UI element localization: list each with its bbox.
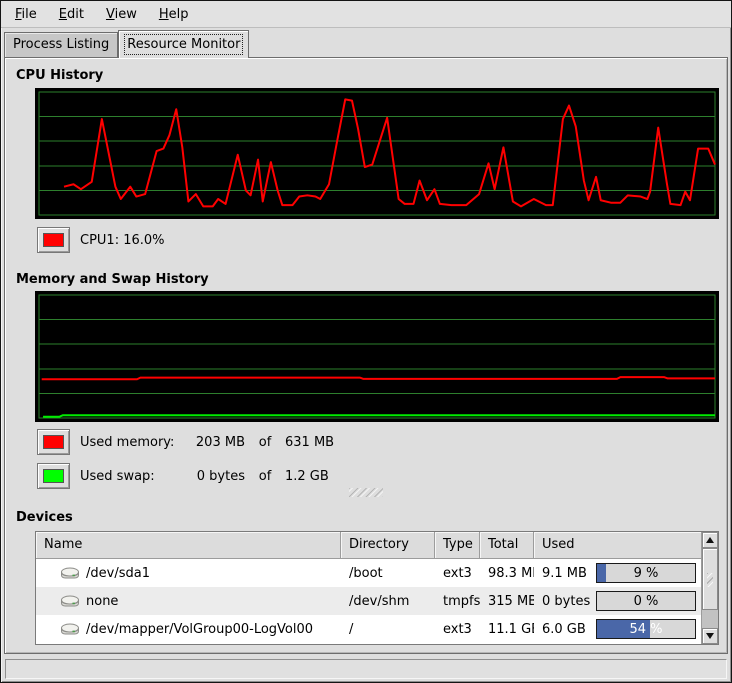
column-header-directory[interactable]: Directory xyxy=(341,532,435,559)
memory-swap-chart xyxy=(39,295,715,418)
menu-bar: File Edit View Help xyxy=(1,1,731,28)
memory-swap-graph xyxy=(35,291,719,422)
swap-total-value: 1.2 GB xyxy=(285,469,329,484)
device-type: ext3 xyxy=(435,566,480,581)
cpu-legend-row: CPU1: 16.0% xyxy=(37,227,165,253)
progress-percent-label: 0 % xyxy=(597,592,695,610)
device-name: none xyxy=(86,594,118,609)
memory-legend-label: Used memory: xyxy=(80,435,183,450)
swap-color-swatch xyxy=(43,469,64,483)
device-directory: /dev/shm xyxy=(341,594,435,609)
scroll-down-button[interactable] xyxy=(702,628,718,644)
swap-legend-label: Used swap: xyxy=(80,469,183,484)
thumb-grip-icon xyxy=(707,573,713,587)
device-name: /dev/mapper/VolGroup00-LogVol00 xyxy=(86,622,313,637)
swap-legend-row: Used swap: 0 bytes of 1.2 GB xyxy=(37,463,329,489)
system-monitor-window: File Edit View Help Process Listing Reso… xyxy=(0,0,732,683)
table-row-dev-sda1[interactable]: /dev/sda1 /boot ext3 98.3 MB 9.1 MB 9 % xyxy=(36,559,701,587)
device-name: /dev/sda1 xyxy=(86,566,150,581)
table-row-none[interactable]: none /dev/shm tmpfs 315 MB 0 bytes 0 % xyxy=(36,587,701,615)
up-arrow-icon xyxy=(706,537,714,543)
column-header-total[interactable]: Total xyxy=(480,532,534,559)
device-total: 11.1 GB xyxy=(480,622,534,637)
device-type: ext3 xyxy=(435,622,480,637)
cpu-history-graph xyxy=(35,88,719,219)
status-bar xyxy=(5,659,727,679)
pane-resize-grip[interactable] xyxy=(349,488,383,497)
devices-table-header: Name Directory Type Total Used xyxy=(36,532,701,559)
device-type: tmpfs xyxy=(435,594,480,609)
tab-resource-monitor[interactable]: Resource Monitor xyxy=(118,30,249,58)
memory-color-button[interactable] xyxy=(37,429,70,455)
progress-percent-label: 9 % xyxy=(597,564,695,582)
resource-monitor-page: CPU History CPU1: 16.0% Memory and Swap … xyxy=(4,57,728,654)
scrollbar-track[interactable] xyxy=(702,610,718,628)
usage-progress-bar: 9 % xyxy=(596,563,696,583)
usage-progress-bar: 0 % xyxy=(596,591,696,611)
device-used: 6.0 GB xyxy=(542,622,594,637)
tab-bar: Process Listing Resource Monitor xyxy=(1,28,731,57)
device-total: 315 MB xyxy=(480,594,534,609)
menu-edit[interactable]: Edit xyxy=(51,4,92,25)
cpu-history-chart xyxy=(39,92,715,215)
device-directory: / xyxy=(341,622,435,637)
memory-used-value: 203 MB xyxy=(183,435,245,450)
table-row-volgroup[interactable]: /dev/mapper/VolGroup00-LogVol00 / ext3 1… xyxy=(36,615,701,643)
devices-table: Name Directory Type Total Used /dev/sda1 xyxy=(35,531,719,645)
swap-used-value: 0 bytes xyxy=(183,469,245,484)
cpu-color-swatch xyxy=(43,233,64,247)
swap-of-text: of xyxy=(245,469,285,484)
usage-progress-bar: 54 % xyxy=(596,619,696,639)
column-header-type[interactable]: Type xyxy=(435,532,480,559)
memory-history-title: Memory and Swap History xyxy=(16,272,209,287)
tab-process-listing[interactable]: Process Listing xyxy=(4,32,118,57)
device-used: 0 bytes xyxy=(542,594,594,609)
harddisk-icon xyxy=(60,594,80,608)
device-total: 98.3 MB xyxy=(480,566,534,581)
scroll-up-button[interactable] xyxy=(702,532,718,548)
harddisk-icon xyxy=(60,566,80,580)
column-header-name[interactable]: Name xyxy=(36,532,341,559)
cpu-legend-label: CPU1: 16.0% xyxy=(80,233,165,248)
cpu-history-title: CPU History xyxy=(16,68,103,83)
progress-percent-label: 54 % xyxy=(597,620,695,638)
vertical-scrollbar[interactable] xyxy=(701,532,718,644)
memory-of-text: of xyxy=(245,435,285,450)
menu-help[interactable]: Help xyxy=(151,4,197,25)
memory-total-value: 631 MB xyxy=(285,435,334,450)
down-arrow-icon xyxy=(706,633,714,639)
column-header-used[interactable]: Used xyxy=(534,532,701,559)
cpu-color-button[interactable] xyxy=(37,227,70,253)
memory-legend-row: Used memory: 203 MB of 631 MB xyxy=(37,429,334,455)
scrollbar-thumb[interactable] xyxy=(702,548,718,610)
memory-color-swatch xyxy=(43,435,64,449)
menu-view[interactable]: View xyxy=(98,4,145,25)
devices-title: Devices xyxy=(16,510,73,525)
menu-file[interactable]: File xyxy=(7,4,45,25)
swap-color-button[interactable] xyxy=(37,463,70,489)
device-directory: /boot xyxy=(341,566,435,581)
device-used: 9.1 MB xyxy=(542,566,594,581)
harddisk-icon xyxy=(60,622,80,636)
